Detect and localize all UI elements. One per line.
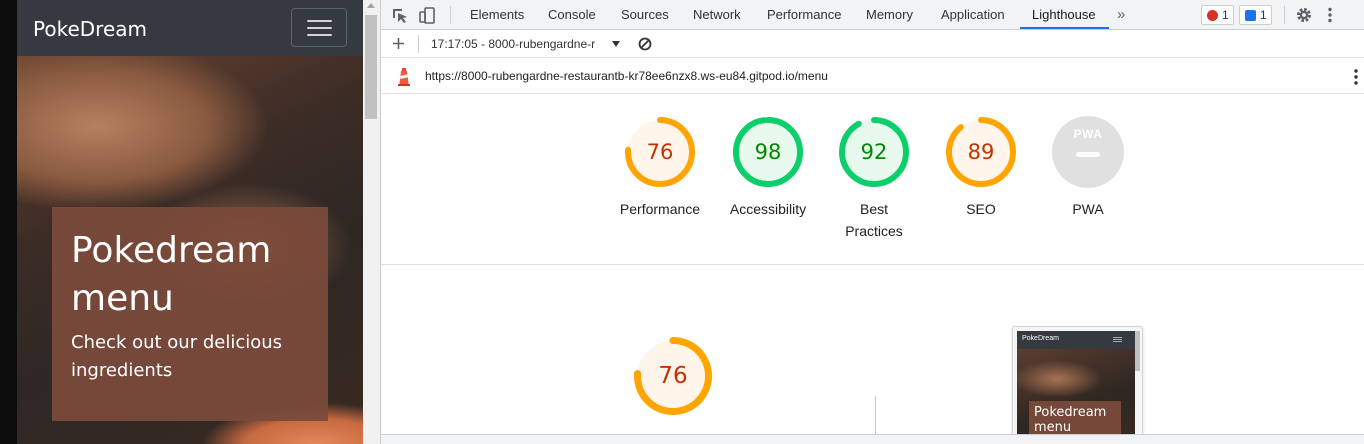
gauge-value: 98 xyxy=(754,140,782,164)
tab-lighthouse[interactable]: Lighthouse xyxy=(1020,0,1109,29)
gauge-seo[interactable]: 89 xyxy=(945,116,1017,188)
error-count: 1 xyxy=(1222,8,1229,22)
devtools-panel: Elements Console Sources Network Perform… xyxy=(380,0,1364,444)
report-selector[interactable]: 17:17:05 - 8000-rubengardne-r xyxy=(431,37,611,51)
pwa-badge-text: PWA xyxy=(1073,127,1103,141)
gauge-value: 92 xyxy=(860,140,888,164)
kebab-menu-icon[interactable] xyxy=(1353,68,1359,86)
page-scrollbar[interactable] xyxy=(363,0,380,444)
tab-application[interactable]: Application xyxy=(929,0,1017,29)
page-left-edge xyxy=(0,0,17,444)
toolbar-divider xyxy=(418,35,419,53)
toolbar-divider xyxy=(450,6,451,24)
kebab-menu-icon[interactable] xyxy=(1327,7,1333,23)
thumbnail-hero-card: Pokedream menu xyxy=(1029,401,1121,437)
thumbnail-page: PokeDream Pokedream menu xyxy=(1017,331,1135,437)
report-url[interactable]: https://8000-rubengardne-restaurantb-kr7… xyxy=(425,69,828,83)
lighthouse-icon xyxy=(398,68,410,86)
thumbnail-navbar: PokeDream xyxy=(1017,331,1135,349)
page-preview: PokeDream Pokedream menu Check out our d… xyxy=(0,0,380,444)
tab-elements[interactable]: Elements xyxy=(458,0,536,29)
gauge-accessibility[interactable]: 98 xyxy=(732,116,804,188)
tab-memory[interactable]: Memory xyxy=(854,0,925,29)
gauge-pwa[interactable]: PWA xyxy=(1052,116,1124,188)
hero-image: Pokedream menu Check out our delicious i… xyxy=(17,56,363,444)
final-screenshot-thumbnail[interactable]: PokeDream Pokedream menu xyxy=(1012,326,1143,438)
site-brand[interactable]: PokeDream xyxy=(33,17,147,41)
plus-icon[interactable] xyxy=(392,37,405,50)
hamburger-icon-bar xyxy=(307,27,332,29)
gauge-label-pwa: PWA xyxy=(1072,201,1104,217)
devtools-tabbar: Elements Console Sources Network Perform… xyxy=(381,0,1364,30)
report-url-bar: https://8000-rubengardne-restaurantb-kr7… xyxy=(381,58,1364,94)
message-count: 1 xyxy=(1260,8,1267,22)
thumbnail-scrollbar xyxy=(1135,331,1140,371)
messages-badge[interactable]: 1 xyxy=(1239,5,1272,25)
gauge-label-seo: SEO xyxy=(966,201,996,217)
site-navbar: PokeDream xyxy=(17,0,363,56)
hamburger-icon-bar xyxy=(307,34,332,36)
hero-subtitle: Check out our delicious ingredients xyxy=(71,332,283,381)
report-divider xyxy=(381,264,1364,265)
hero-card: Pokedream menu Check out our delicious i… xyxy=(52,207,328,421)
gauge-best-practices[interactable]: 92 xyxy=(838,116,910,188)
gauge-value: 76 xyxy=(658,363,688,389)
hamburger-icon xyxy=(307,20,332,22)
more-tabs-chevron-icon[interactable]: » xyxy=(1111,0,1131,29)
gauge-label-best-practices: Best Practices xyxy=(845,201,903,239)
gauge-value: 89 xyxy=(967,140,995,164)
errors-badge[interactable]: 1 xyxy=(1201,5,1234,25)
gauge-value: 76 xyxy=(646,140,674,164)
scroll-up-arrow-icon[interactable] xyxy=(367,3,375,8)
tab-network[interactable]: Network xyxy=(681,0,753,29)
lighthouse-report: 76 98 92 89 PWA Performance Accessibilit… xyxy=(381,94,1364,438)
tab-console[interactable]: Console xyxy=(536,0,608,29)
gauge-label-accessibility: Accessibility xyxy=(729,201,807,217)
tab-sources[interactable]: Sources xyxy=(609,0,681,29)
inspect-element-icon[interactable] xyxy=(391,7,409,24)
toolbar-divider xyxy=(1284,6,1285,24)
performance-detail-gauge[interactable]: 76 xyxy=(633,336,713,416)
metrics-divider xyxy=(875,396,876,434)
thumbnail-title: Pokedream menu xyxy=(1034,405,1107,435)
tab-performance[interactable]: Performance xyxy=(755,0,853,29)
hero-title: Pokedream menu xyxy=(71,230,272,319)
gear-icon[interactable] xyxy=(1295,6,1313,24)
navbar-toggler-button[interactable] xyxy=(291,8,347,47)
dropdown-arrow-icon[interactable] xyxy=(612,41,620,47)
lighthouse-toolbar: 17:17:05 - 8000-rubengardne-r xyxy=(381,30,1364,58)
gauge-label-performance: Performance xyxy=(619,201,701,217)
device-toolbar-icon[interactable] xyxy=(419,7,437,24)
thumbnail-hamburger-icon xyxy=(1113,337,1122,338)
message-icon xyxy=(1245,10,1256,21)
thumbnail-brand: PokeDream xyxy=(1022,335,1059,342)
error-icon xyxy=(1207,10,1218,21)
thumbnail-hero: Pokedream menu xyxy=(1017,349,1135,437)
clear-icon[interactable] xyxy=(638,37,652,51)
gauge-performance[interactable]: 76 xyxy=(624,116,696,188)
scrollbar-thumb[interactable] xyxy=(365,15,377,119)
devtools-bottom-bar xyxy=(381,434,1364,444)
